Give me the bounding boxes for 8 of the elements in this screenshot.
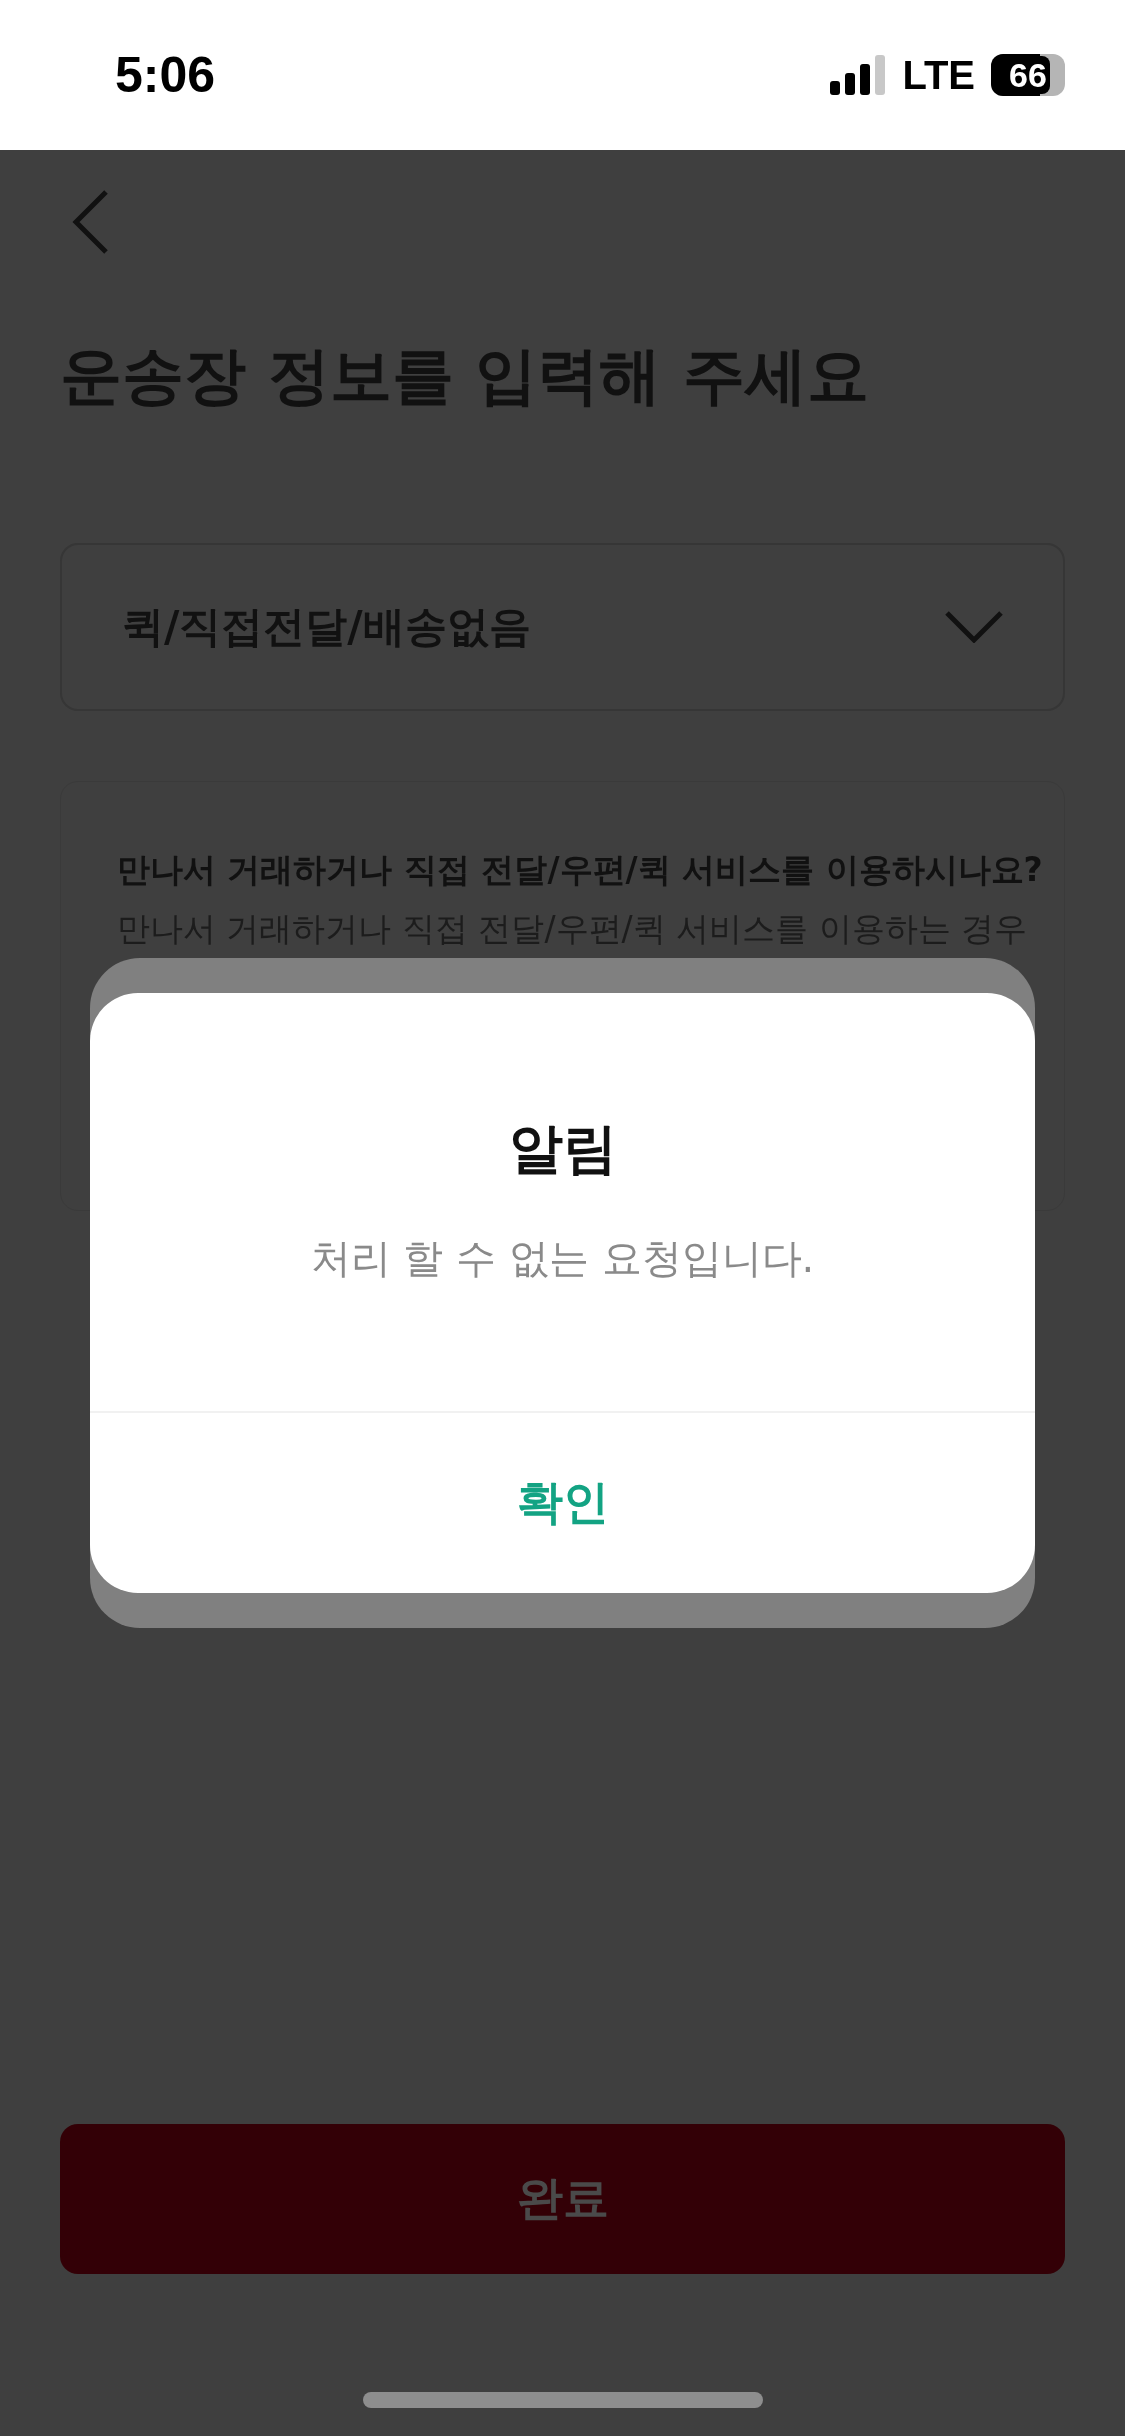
dialog-message: 처리 할 수 없는 요청입니다. <box>310 1234 815 1283</box>
network-label: LTE <box>902 52 975 98</box>
dialog-title: 알림 <box>508 1116 617 1182</box>
confirm-button[interactable]: 확인 <box>90 1413 1035 1593</box>
battery-icon: 66 <box>991 54 1065 96</box>
status-time: 5:06 <box>115 46 216 104</box>
complete-button[interactable]: 완료 <box>60 2124 1065 2274</box>
signal-icon <box>830 55 887 95</box>
